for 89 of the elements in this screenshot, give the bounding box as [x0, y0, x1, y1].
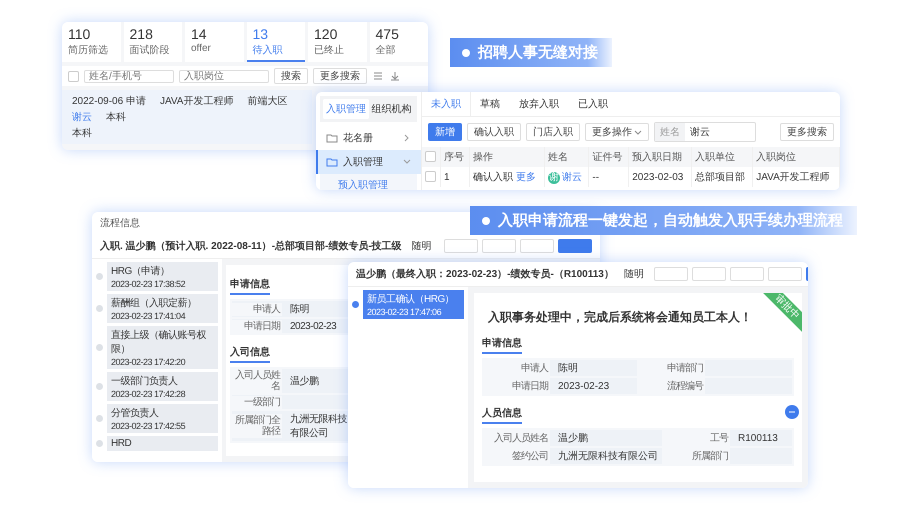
step-card[interactable]: 新员工确认（HRG） 2023-02-23 17:47:06: [363, 290, 464, 319]
name-search-field[interactable]: 姓名 谢云: [654, 122, 756, 142]
field-value: 温少鹏: [557, 432, 589, 446]
avatar: 谢: [548, 172, 560, 184]
action-link[interactable]: 更多: [516, 172, 536, 183]
action-button[interactable]: 确认入职: [467, 123, 521, 141]
field-value: 陈明: [557, 362, 579, 376]
menu-item[interactable]: 入职管理: [316, 150, 421, 174]
field-label: 一级部门: [232, 396, 282, 408]
stat-tab[interactable]: 13 待入职: [246, 22, 305, 62]
field-label: 所属部门全路径: [232, 414, 282, 438]
region-text: 前端大区: [247, 94, 288, 108]
field-value: 九洲无限科技有限公司: [289, 412, 348, 441]
field-label: 申请人: [484, 360, 550, 376]
field-label: 签约公司: [484, 448, 550, 464]
field-value: 九洲无限科技有限公司: [557, 450, 659, 464]
education-text: 本科: [106, 110, 126, 124]
process-heading: 入职. 温少鹏（预计入职. 2022-08-11）-总部项目部-绩效专员-技工级: [100, 240, 402, 253]
more-search-button[interactable]: 更多搜索: [780, 123, 834, 141]
action-button[interactable]: 门店入职: [526, 123, 580, 141]
column-header: 序号: [440, 147, 470, 167]
section-title: 申请信息: [482, 336, 522, 354]
section-title: 入司信息: [230, 345, 270, 363]
step-card[interactable]: 一级部门负责人 2023-02-23 17:42:28: [107, 372, 218, 401]
field-value: 2023-02-23: [557, 380, 610, 392]
field-label: 工号: [664, 430, 730, 446]
degree-text: 本科: [72, 126, 92, 140]
candidate-link[interactable]: 谢云: [72, 110, 92, 124]
side-tab[interactable]: 组织机构: [368, 99, 414, 119]
field-label: 所属部门: [664, 448, 730, 464]
position-text: JAVA开发工程师: [160, 95, 234, 108]
table-cell: 总部项目部: [691, 167, 753, 187]
filter-button[interactable]: 搜索: [274, 68, 308, 84]
detail-heading: 温少鹏（最终入职：2023-02-23）-绩效专员-（R100113）: [356, 268, 614, 281]
column-header: 证件号: [588, 147, 629, 167]
search-field[interactable]: 姓名/手机号: [84, 70, 174, 82]
table-cell: 1: [440, 167, 470, 187]
field-value: R100113: [737, 432, 779, 444]
field-value: 温少鹏: [289, 374, 320, 389]
name-link[interactable]: 谢云: [562, 172, 582, 183]
field-label: 入司人员姓名: [232, 369, 282, 393]
table-cell: JAVA开发工程师: [752, 167, 840, 187]
window-title: 流程信息: [99, 216, 141, 231]
field-label: 申请日期: [484, 378, 550, 394]
field-label: 流程编号: [639, 378, 705, 394]
tab[interactable]: 未入职: [422, 92, 471, 116]
feature-banner: 入职申请流程一键发起，自动触发入职手续办理流程: [470, 206, 857, 235]
tab[interactable]: 已入职: [569, 92, 618, 116]
step-card[interactable]: 直接上级（确认账号权限） 2023-02-23 17:42:20: [107, 326, 218, 369]
field-label: 申请部门: [639, 360, 705, 376]
field-label: 入司人员姓名: [484, 430, 550, 446]
table-cell: 2023-02-03: [628, 167, 692, 187]
field-label: 申请日期: [232, 320, 282, 332]
section-title: 人员信息: [482, 406, 522, 424]
side-tab[interactable]: 入职管理: [323, 99, 368, 119]
candidate-row[interactable]: 2022-09-06 申请 JAVA开发工程师 前端大区 谢云 本科 本科: [62, 90, 312, 144]
step-card[interactable]: HRG（申请） 2023-02-23 17:38:52: [107, 262, 218, 291]
column-header: 预入职日期: [628, 147, 692, 167]
step-card[interactable]: 薪酬组（入职定薪） 2023-02-23 17:41:04: [107, 294, 218, 323]
dropdown-button[interactable]: 更多操作: [585, 123, 649, 141]
tab[interactable]: 放弃入职: [510, 92, 569, 116]
field-value: 陈明: [289, 303, 310, 317]
tab[interactable]: 草稿: [471, 92, 510, 116]
stat-tab[interactable]: 120 已终止: [308, 22, 366, 62]
stat-tab[interactable]: 475 全部: [370, 22, 428, 62]
column-header: 操作: [470, 147, 545, 167]
table-cell: --: [588, 167, 629, 187]
stat-tab[interactable]: 218 面试阶段: [124, 22, 182, 62]
stat-tab[interactable]: 110 简历筛选: [62, 22, 120, 62]
feature-banner: 招聘人事无缝对接: [450, 38, 612, 67]
notice-title: 入职事务处理中，完成后系统将会通知员工本人！: [488, 309, 752, 326]
section-title: 申请信息: [230, 277, 270, 295]
add-button[interactable]: 新增: [428, 123, 462, 141]
apply-date: 2022-09-06 申请: [72, 94, 146, 108]
field-label: 申请人: [232, 302, 282, 316]
column-header: 入职岗位: [752, 147, 840, 167]
menu-item[interactable]: 花名册: [316, 126, 421, 150]
stat-tab[interactable]: 14 offer: [185, 22, 244, 62]
tag-text: 随明: [412, 240, 432, 253]
action-link[interactable]: 确认入职: [473, 172, 514, 183]
column-header: 入职单位: [691, 147, 753, 167]
tag-text: 随明: [624, 268, 644, 281]
search-field[interactable]: 入职岗位: [179, 70, 269, 82]
step-card[interactable]: HRD: [107, 436, 218, 451]
column-header: 姓名: [544, 147, 589, 167]
filter-button[interactable]: 更多搜索: [313, 68, 367, 84]
field-value: 2023-02-23: [289, 320, 338, 332]
step-card[interactable]: 分管负责人 2023-02-23 17:42:55: [107, 404, 218, 433]
submenu-item[interactable]: 预入职管理: [320, 174, 417, 190]
